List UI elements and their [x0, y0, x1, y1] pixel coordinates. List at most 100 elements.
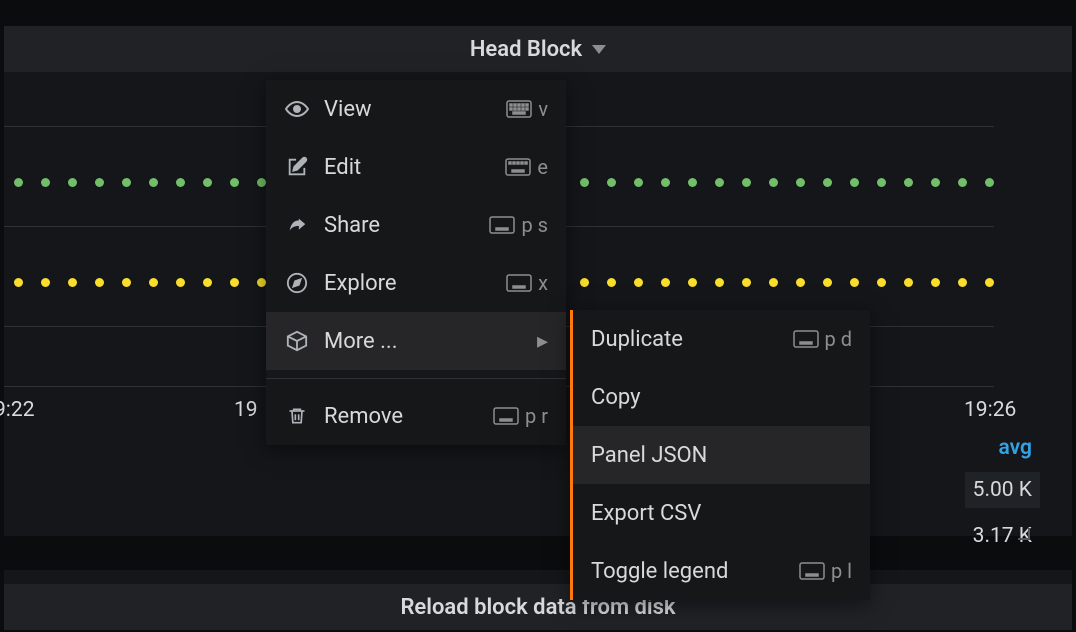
keyboard-icon: [799, 562, 825, 580]
menu-item-shortcut: v: [506, 97, 548, 121]
menu-item-explore[interactable]: Explore x: [266, 254, 566, 312]
menu-item-label: Copy: [591, 385, 852, 410]
chart-dot: [149, 178, 158, 187]
edit-icon: [284, 156, 310, 178]
shortcut-key: p l: [831, 559, 852, 583]
chart-dot: [958, 178, 967, 187]
chart-dot: [257, 278, 266, 287]
chart-dot: [931, 178, 940, 187]
keyboard-icon: [506, 100, 532, 118]
legend-header[interactable]: avg: [965, 436, 1032, 460]
chevron-right-icon: ▸: [537, 329, 548, 354]
chart-dot: [688, 178, 697, 187]
menu-item-label: Panel JSON: [591, 443, 852, 468]
chart-dot: [203, 278, 212, 287]
menu-item-more[interactable]: More ... ▸: [266, 312, 566, 370]
menu-item-label: More ...: [324, 329, 523, 354]
shortcut-key: e: [537, 155, 548, 179]
chart-dot: [122, 178, 131, 187]
panel-title-bar[interactable]: Head Block: [4, 26, 1072, 72]
chart-dot: [877, 178, 886, 187]
chart-dot: [176, 178, 185, 187]
chart-dot: [904, 178, 913, 187]
chart-dot: [769, 278, 778, 287]
chart-dot: [823, 278, 832, 287]
menu-item-shortcut: p l: [799, 559, 852, 583]
chart-dot: [985, 178, 994, 187]
menu-item-remove[interactable]: Remove p r: [266, 387, 566, 445]
keyboard-icon: [493, 407, 519, 425]
shortcut-key: p s: [521, 213, 548, 237]
menu-item-label: View: [324, 97, 492, 122]
chart-dot: [715, 278, 724, 287]
menu-item-label: Duplicate: [591, 327, 779, 352]
chart-dot: [41, 278, 50, 287]
submenu-item-duplicate[interactable]: Duplicate p d: [573, 310, 870, 368]
chart-dot: [985, 278, 994, 287]
xaxis-tick: 19:26: [964, 398, 1016, 422]
bottom-panel-title-bar[interactable]: Reload block data from disk: [4, 584, 1072, 630]
chart-dot: [68, 178, 77, 187]
chart-dot: [742, 178, 751, 187]
submenu-item-export-csv[interactable]: Export CSV: [573, 484, 870, 542]
menu-item-shortcut: p d: [793, 327, 852, 351]
panel-title: Head Block: [470, 37, 582, 62]
chart-dot: [877, 278, 886, 287]
chart-dot: [607, 278, 616, 287]
submenu-item-toggle-legend[interactable]: Toggle legend p l: [573, 542, 870, 600]
legend-row[interactable]: 5.00 K: [965, 472, 1040, 508]
chart-dot: [230, 278, 239, 287]
resize-handle-icon[interactable]: [1018, 528, 1030, 540]
chart-dot: [850, 178, 859, 187]
menu-item-shortcut: e: [505, 155, 548, 179]
chart-dot: [149, 278, 158, 287]
shortcut-key: x: [538, 271, 548, 295]
panel-context-menu: View v Edit e Share p s: [266, 80, 566, 445]
submenu-item-panel-json[interactable]: Panel JSON: [573, 426, 870, 484]
menu-item-label: Export CSV: [591, 501, 852, 526]
cube-icon: [284, 330, 310, 352]
chart-dot: [850, 278, 859, 287]
chart-dot: [14, 278, 23, 287]
chart-dot: [796, 278, 805, 287]
chart-dot: [68, 278, 77, 287]
chart-dot: [580, 178, 589, 187]
chart-dot: [95, 178, 104, 187]
chart-dot: [661, 278, 670, 287]
keyboard-icon: [505, 158, 531, 176]
keyboard-icon: [506, 274, 532, 292]
chart-dot: [715, 178, 724, 187]
chart-dot: [931, 278, 940, 287]
menu-item-share[interactable]: Share p s: [266, 196, 566, 254]
keyboard-icon: [489, 216, 515, 234]
chart-dot: [607, 178, 616, 187]
chart-dot: [176, 278, 185, 287]
menu-item-edit[interactable]: Edit e: [266, 138, 566, 196]
share-icon: [284, 214, 310, 236]
panel-more-submenu: Duplicate p d Copy Panel JSON Export CSV…: [570, 310, 870, 600]
chart-dot: [742, 278, 751, 287]
chart-dot: [14, 178, 23, 187]
chart-dot: [257, 178, 266, 187]
xaxis-tick: 9:22: [0, 398, 35, 422]
chart-dot: [769, 178, 778, 187]
chart-dot: [688, 278, 697, 287]
chart-dot: [904, 278, 913, 287]
menu-item-view[interactable]: View v: [266, 80, 566, 138]
chart-dot: [796, 178, 805, 187]
chart-dot: [958, 278, 967, 287]
eye-icon: [284, 97, 310, 121]
menu-item-label: Remove: [324, 404, 479, 429]
shortcut-key: p d: [825, 327, 852, 351]
chart-dot: [203, 178, 212, 187]
menu-item-shortcut: p r: [493, 404, 548, 428]
menu-item-label: Edit: [324, 155, 491, 180]
submenu-item-copy[interactable]: Copy: [573, 368, 870, 426]
chart-dot: [95, 278, 104, 287]
chart-dot: [580, 278, 589, 287]
chart-dot: [41, 178, 50, 187]
menu-item-shortcut: p s: [489, 213, 548, 237]
trash-icon: [284, 405, 310, 427]
xaxis-tick: 19: [234, 398, 258, 422]
chart-dot: [823, 178, 832, 187]
